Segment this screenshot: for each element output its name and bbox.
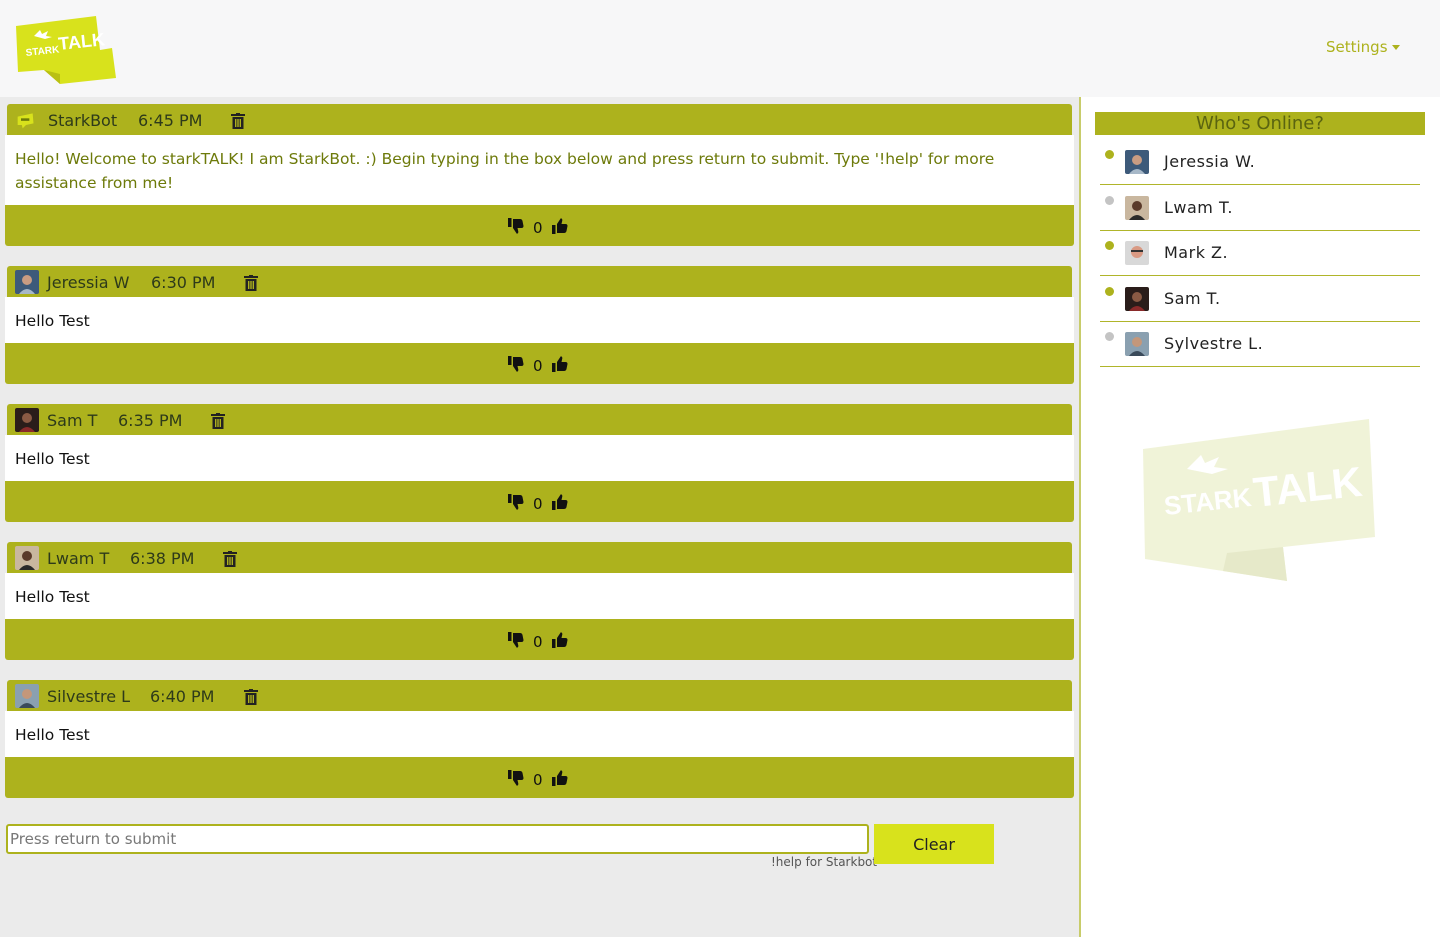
message-text: Hello! Welcome to starkTALK! I am StarkB… (5, 135, 1074, 205)
starktalk-watermark-logo: STARK TALK (1143, 419, 1375, 581)
online-user[interactable]: Lwam T. (1100, 185, 1420, 231)
avatar (15, 408, 39, 432)
thumbs-down-icon[interactable] (508, 218, 524, 234)
help-hint: !help for Starkbot (771, 855, 878, 869)
message-header: Silvestre L 6:40 PM (7, 680, 1072, 711)
thumbs-down-icon[interactable] (508, 632, 524, 648)
offline-status-dot (1105, 196, 1114, 205)
message-header: Jeressia W 6:30 PM (7, 266, 1072, 297)
message-author: Sam T (47, 411, 98, 430)
vote-controls: 0 (508, 767, 568, 789)
composer: !help for Starkbot Clear (0, 818, 1080, 937)
thumbs-up-icon[interactable] (551, 218, 568, 234)
online-status-dot (1105, 241, 1114, 250)
starkbot-avatar (17, 113, 34, 129)
trash-icon[interactable] (223, 551, 237, 567)
message-author: Lwam T (47, 549, 110, 568)
settings-label: Settings (1326, 38, 1388, 56)
message-time: 6:45 PM (138, 111, 203, 130)
message-text: Hello Test (5, 435, 1074, 481)
thumbs-up-icon[interactable] (551, 356, 568, 372)
online-status-dot (1105, 287, 1114, 296)
online-title: Who's Online? (1095, 112, 1425, 135)
thumbs-up-icon[interactable] (551, 770, 568, 786)
thumbs-up-icon[interactable] (551, 494, 568, 510)
message-footer: 0 (5, 481, 1074, 522)
message-header: StarkBot 6:45 PM (7, 104, 1072, 135)
settings-dropdown[interactable]: Settings (1326, 38, 1400, 56)
offline-status-dot (1105, 332, 1114, 341)
avatar (1125, 196, 1149, 220)
user-name: Lwam T. (1164, 198, 1233, 217)
message-author: Silvestre L (47, 687, 131, 706)
top-header: STARK TALK Settings (0, 0, 1440, 97)
avatar (15, 270, 39, 294)
user-name: Mark Z. (1164, 243, 1229, 262)
avatar (1125, 150, 1149, 174)
message-header: Lwam T 6:38 PM (7, 542, 1072, 573)
message-time: 6:38 PM (130, 549, 195, 568)
message-input[interactable] (6, 824, 869, 854)
message-feed[interactable]: StarkBot 6:45 PM Hello! Welcome to stark… (0, 97, 1080, 818)
avatar (15, 546, 39, 570)
trash-icon[interactable] (244, 689, 258, 705)
message-text: Hello Test (5, 573, 1074, 619)
avatar (1125, 332, 1149, 356)
vote-count: 0 (533, 357, 543, 375)
message-time: 6:30 PM (151, 273, 216, 292)
message-header: Sam T 6:35 PM (7, 404, 1072, 435)
message-author: StarkBot (48, 111, 118, 130)
vote-count: 0 (533, 633, 543, 651)
message-author: Jeressia W (47, 273, 130, 292)
thumbs-down-icon[interactable] (508, 494, 524, 510)
message-footer: 0 (5, 619, 1074, 660)
trash-icon[interactable] (231, 113, 245, 129)
message-time: 6:40 PM (150, 687, 215, 706)
message-time: 6:35 PM (118, 411, 183, 430)
starktalk-logo[interactable]: STARK TALK (14, 12, 118, 86)
online-user[interactable]: Sam T. (1100, 276, 1420, 322)
thumbs-down-icon[interactable] (508, 356, 524, 372)
sidebar-footer-area (1081, 702, 1440, 937)
clear-button[interactable]: Clear (874, 824, 994, 864)
trash-icon[interactable] (211, 413, 225, 429)
online-status-dot (1105, 150, 1114, 159)
caret-down-icon (1391, 45, 1400, 50)
online-user[interactable]: Sylvestre L. (1100, 321, 1420, 367)
vote-controls: 0 (508, 215, 568, 237)
message-footer: 0 (5, 343, 1074, 384)
avatar (15, 684, 39, 708)
user-name: Jeressia W. (1164, 152, 1256, 171)
thumbs-up-icon[interactable] (551, 632, 568, 648)
thumbs-down-icon[interactable] (508, 770, 524, 786)
user-name: Sam T. (1164, 289, 1221, 308)
message-text: Hello Test (5, 297, 1074, 343)
vote-count: 0 (533, 495, 543, 513)
message-text: Hello Test (5, 711, 1074, 757)
user-name: Sylvestre L. (1164, 334, 1264, 353)
online-user[interactable]: Mark Z. (1100, 230, 1420, 276)
online-sidebar: Who's Online? Jeressia W. Lwam T. Mark Z… (1081, 97, 1440, 702)
vote-count: 0 (533, 771, 543, 789)
vote-controls: 0 (508, 353, 568, 375)
vote-count: 0 (533, 219, 543, 237)
trash-icon[interactable] (244, 275, 258, 291)
message-footer: 0 (5, 757, 1074, 798)
avatar (1125, 241, 1149, 265)
vote-controls: 0 (508, 491, 568, 513)
online-user[interactable]: Jeressia W. (1100, 139, 1420, 185)
vote-controls: 0 (508, 629, 568, 651)
avatar (1125, 287, 1149, 311)
message-footer: 0 (5, 205, 1074, 246)
